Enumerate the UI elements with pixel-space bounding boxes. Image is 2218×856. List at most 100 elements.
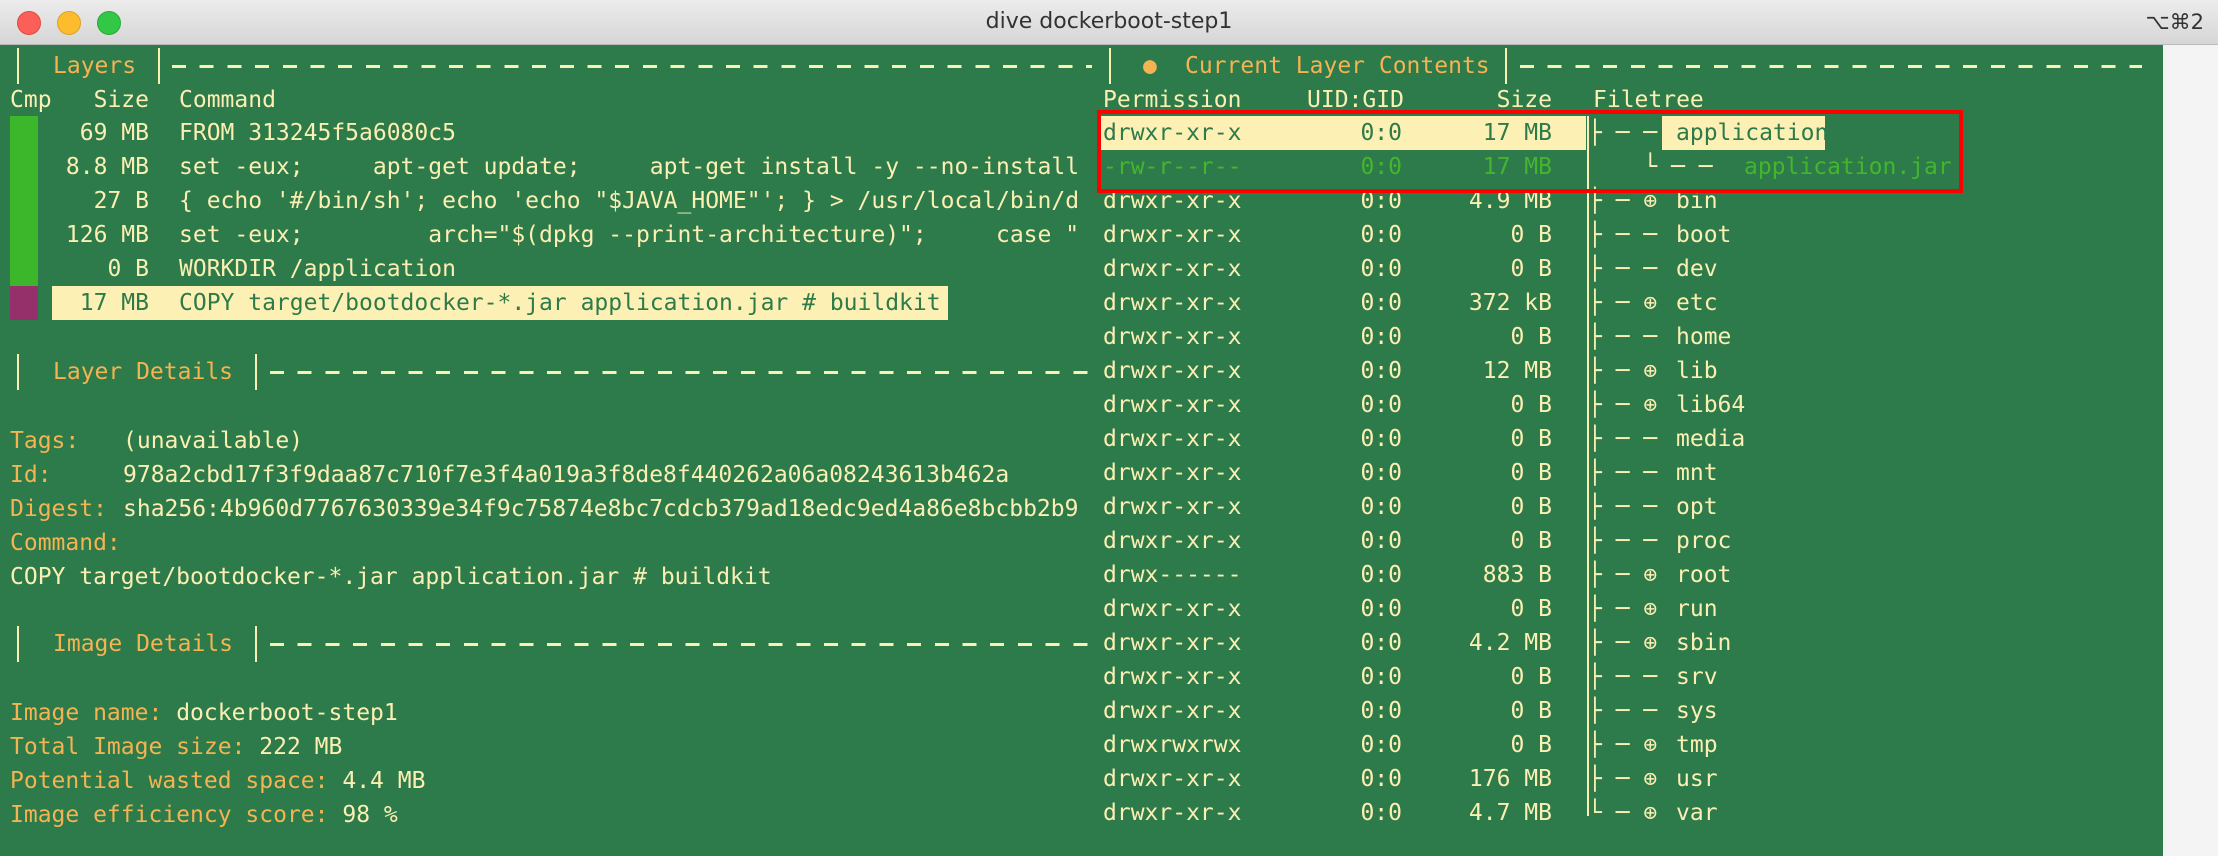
file-size: 0 B [1510,528,1552,554]
layer-row[interactable]: 27 B { echo '#/bin/sh'; echo 'echo "$JAVA… [0,184,1092,218]
layers-title: Layers [53,53,137,79]
file-row[interactable]: drwxr-xr-x 0:0 0 B ├ ─ ─ dev [1097,252,2157,286]
tree-branch: ├ ─ ─ [1588,698,1658,724]
file-row[interactable]: drwxr-xr-x 0:0 0 B ├ ─ ─ sys [1097,694,2157,728]
file-size: 0 B [1510,494,1552,520]
pane-border [255,354,257,390]
file-name[interactable]: tmp [1676,728,1718,762]
file-name[interactable]: run [1676,592,1718,626]
tree-branch: ├ ─ ─ [1588,324,1658,350]
pane-divider [1520,65,2142,68]
file-uidgid: 0:0 [1360,358,1402,384]
contents-title: Current Layer Contents [1185,53,1490,79]
file-name[interactable]: lib64 [1676,388,1745,422]
file-row[interactable]: drwxr-xr-x 0:0 372 kB ├ ─ ⊕ etc [1097,286,2157,320]
file-permission: drwxr-xr-x [1103,460,1242,486]
file-permission: drwxr-xr-x [1103,324,1242,350]
file-name[interactable]: mnt [1676,456,1718,490]
file-row[interactable]: drwxr-xr-x 0:0 0 B ├ ─ ─ mnt [1097,456,2157,490]
file-name[interactable]: opt [1676,490,1718,524]
file-row[interactable]: drwxr-xr-x 0:0 0 B ├ ─ ─ proc [1097,524,2157,558]
tree-branch: ├ ─ ⊕ [1588,596,1658,622]
file-row[interactable]: drwxr-xr-x 0:0 0 B ├ ─ ─ media [1097,422,2157,456]
cmp-indicator [10,286,38,320]
file-uidgid: 0:0 [1360,766,1402,792]
file-permission: drwxr-xr-x [1103,766,1242,792]
file-row[interactable]: drwxr-xr-x 0:0 4.7 MB └ ─ ⊕ var [1097,796,2157,830]
file-permission: drwxr-xr-x [1103,494,1242,520]
total-size-label: Total Image size: [10,734,246,760]
file-name[interactable]: media [1676,422,1745,456]
tree-branch: ├ ─ ⊕ [1588,766,1658,792]
scrollbar[interactable] [2163,45,2218,856]
file-name[interactable]: var [1676,796,1718,830]
file-size: 0 B [1510,460,1552,486]
command-column-header: Command [179,87,276,113]
file-row[interactable]: drwxr-xr-x 0:0 176 MB ├ ─ ⊕ usr [1097,762,2157,796]
tags-value: (unavailable) [123,428,304,454]
file-name[interactable]: boot [1676,218,1731,252]
pane-border [17,48,19,84]
id-value: 978a2cbd17f3f9daa87c710f7e3f4a019a3f8de8… [123,462,1010,488]
file-uidgid: 0:0 [1360,732,1402,758]
file-size: 0 B [1510,222,1552,248]
layer-row[interactable]: 0 B WORKDIR /application [0,252,1092,286]
file-row[interactable]: drwxr-xr-x 0:0 0 B ├ ─ ─ boot [1097,218,2157,252]
efficiency-value: 98 % [342,802,398,828]
layer-row[interactable]: 8.8 MB set -eux; apt-get update; apt-get … [0,150,1092,184]
file-row[interactable]: drwxr-xr-x 0:0 0 B ├ ─ ─ srv [1097,660,2157,694]
layer-row[interactable]: 69 MB FROM 313245f5a6080c5 [0,116,1092,150]
file-uidgid: 0:0 [1360,460,1402,486]
file-permission: drwxr-xr-x [1103,698,1242,724]
file-row[interactable]: drwxr-xr-x 0:0 0 B ├ ─ ─ home [1097,320,2157,354]
file-name[interactable]: dev [1676,252,1718,286]
file-row[interactable]: drwxr-xr-x 0:0 4.2 MB ├ ─ ⊕ sbin [1097,626,2157,660]
command-label: Command: [10,530,121,556]
file-name[interactable]: usr [1676,762,1718,796]
layer-row[interactable]: 17 MB COPY target/bootdocker-*.jar applic… [0,286,1092,320]
layer-row[interactable]: 126 MB set -eux; arch="$(dpkg --print-arc… [0,218,1092,252]
file-row[interactable]: drwxr-xr-x 0:0 0 B ├ ─ ─ opt [1097,490,2157,524]
file-permission: drwxrwxrwx [1103,732,1242,758]
file-name[interactable]: proc [1676,524,1731,558]
digest-value: sha256:4b960d7767630339e34f9c75874e8bc7c… [123,496,1079,522]
selection-highlight-box [1097,110,1963,193]
file-uidgid: 0:0 [1360,426,1402,452]
layer-size: 69 MB [79,120,149,146]
file-permission: drwxr-xr-x [1103,222,1242,248]
file-name[interactable]: sys [1676,694,1718,728]
cmp-indicator [10,116,38,150]
file-size: 0 B [1510,732,1552,758]
file-row[interactable]: drwxr-xr-x 0:0 12 MB ├ ─ ⊕ lib [1097,354,2157,388]
tree-branch: ├ ─ ─ [1588,460,1658,486]
tree-branch: ├ ─ ⊕ [1588,358,1658,384]
file-name[interactable]: lib [1676,354,1718,388]
file-size: 0 B [1510,392,1552,418]
tree-branch: ├ ─ ⊕ [1588,562,1658,588]
pane-border [1109,48,1111,84]
file-size: 4.7 MB [1468,800,1552,826]
cmp-indicator [10,252,38,286]
layer-size: 8.8 MB [65,154,149,180]
file-row[interactable]: drwxrwxrwx 0:0 0 B ├ ─ ⊕ tmp [1097,728,2157,762]
file-permission: drwxr-xr-x [1103,630,1242,656]
file-name[interactable]: srv [1676,660,1718,694]
file-name[interactable]: root [1676,558,1731,592]
file-row[interactable]: drwxr-xr-x 0:0 0 B ├ ─ ⊕ lib64 [1097,388,2157,422]
layer-size: 0 B [107,256,149,282]
file-name[interactable]: sbin [1676,626,1731,660]
file-uidgid: 0:0 [1360,664,1402,690]
file-name[interactable]: home [1676,320,1731,354]
pane-border [17,354,19,390]
file-size: 0 B [1510,664,1552,690]
pane-divider [270,643,1092,646]
cmp-indicator [10,218,38,252]
file-size: 372 kB [1468,290,1552,316]
file-permission: drwxr-xr-x [1103,596,1242,622]
file-name[interactable]: etc [1676,286,1718,320]
file-uidgid: 0:0 [1360,324,1402,350]
file-row[interactable]: drwxr-xr-x 0:0 0 B ├ ─ ⊕ run [1097,592,2157,626]
file-row[interactable]: drwx------ 0:0 883 B ├ ─ ⊕ root [1097,558,2157,592]
file-size: 0 B [1510,596,1552,622]
efficiency-label: Image efficiency score: [10,802,329,828]
